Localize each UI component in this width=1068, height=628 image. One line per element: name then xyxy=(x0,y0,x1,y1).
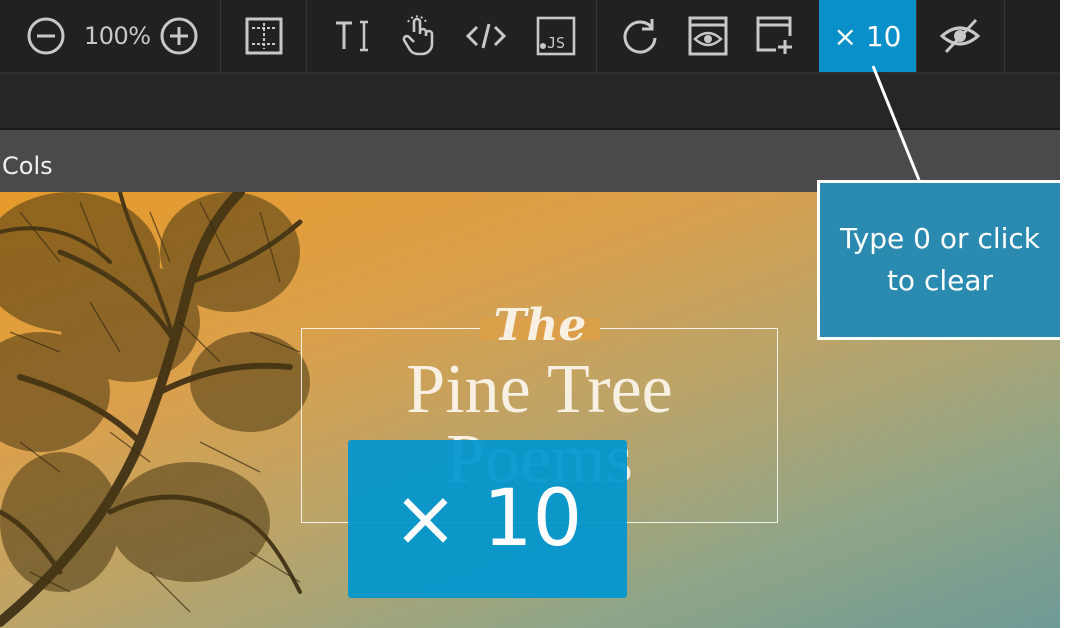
zoom-level: 100% xyxy=(84,22,151,50)
cols-label: Cols xyxy=(2,152,53,180)
touch-icon[interactable] xyxy=(396,14,440,58)
multiplier-overlay: × 10 xyxy=(348,440,627,598)
add-window-icon[interactable] xyxy=(754,14,798,58)
zoom-out-icon[interactable] xyxy=(24,14,68,58)
code-icon[interactable] xyxy=(464,14,508,58)
multiplier-button[interactable]: × 10 xyxy=(819,0,916,72)
tooltip-text: Type 0 or click to clear xyxy=(839,222,1041,297)
clear-tooltip: Type 0 or click to clear xyxy=(817,180,1063,340)
refresh-icon[interactable] xyxy=(618,14,662,58)
title-line-1: Pine Tree xyxy=(406,351,673,428)
zoom-in-icon[interactable] xyxy=(157,14,201,58)
toolbar: 100% JS × 10 xyxy=(0,0,1060,74)
text-cursor-icon[interactable] xyxy=(330,14,374,58)
title-the: The xyxy=(493,300,587,351)
svg-text:JS: JS xyxy=(547,34,565,52)
secondary-toolbar xyxy=(0,74,1060,128)
layout-grid-icon[interactable] xyxy=(242,14,286,58)
hide-icon[interactable] xyxy=(938,14,982,58)
javascript-icon[interactable]: JS xyxy=(534,14,578,58)
preview-icon[interactable] xyxy=(686,14,730,58)
